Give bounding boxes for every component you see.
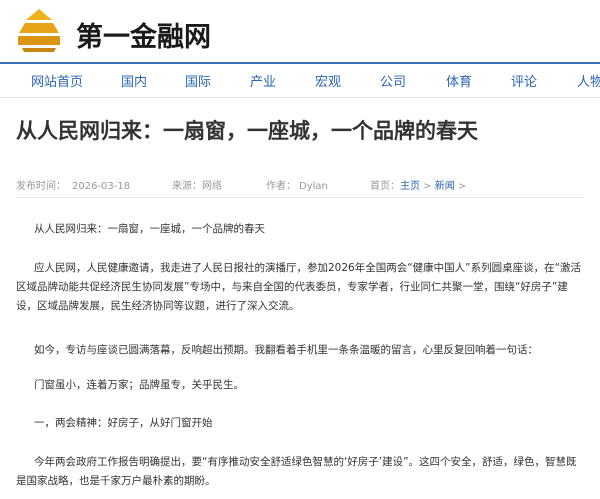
- nav-item-international[interactable]: 国际: [185, 71, 211, 90]
- breadcrumb-separator: >: [420, 181, 435, 192]
- nav-item-company[interactable]: 公司: [380, 71, 406, 90]
- article-paragraph: 应人民网，人民健康邀请，我走进了人民日报社的演播厅，参加2026年全国两会“健康…: [16, 262, 582, 312]
- breadcrumb-trail: >: [454, 181, 467, 192]
- publish-time: 2026-03-18: [72, 181, 131, 192]
- article-paragraph: 今年两会政府工作报告明确提出，要“有序推动安全舒适绿色智慧的‘好房子’建设”。这…: [16, 456, 577, 487]
- publish-info: 发布时间： 2026-03-18: [16, 177, 130, 192]
- breadcrumb-label: 首页：: [370, 181, 400, 192]
- nav-item-home[interactable]: 网站首页: [31, 71, 83, 90]
- nav-item-people[interactable]: 人物: [577, 71, 600, 90]
- nav-item-commentary[interactable]: 评论: [511, 71, 537, 90]
- nav-item-industry[interactable]: 产业: [250, 71, 276, 90]
- breadcrumb: 首页：主页 > 新闻 >: [370, 177, 466, 192]
- site-header: 第一金融网: [0, 0, 600, 62]
- source-value: 网络: [202, 181, 222, 192]
- article-paragraph: 如今，专访与座谈已圆满落幕，反响超出预期。我翻看着手机里一条条温暖的留言，心里反…: [34, 344, 538, 356]
- article-title: 从人民网归来：一扇窗，一座城，一个品牌的春天: [16, 119, 478, 143]
- article-paragraph: 门窗虽小，连着万家；品牌虽专，关乎民生。: [34, 379, 244, 391]
- publish-label: 发布时间：: [16, 181, 66, 192]
- site-logo-text: 第一金融网: [76, 22, 211, 53]
- main-nav: 网站首页 国内 国际 产业 宏观 公司 体育 评论 人物: [0, 62, 600, 98]
- nav-item-sports[interactable]: 体育: [446, 71, 472, 90]
- nav-item-domestic[interactable]: 国内: [121, 71, 147, 90]
- source-label: 来源：: [172, 181, 202, 192]
- stacked-bars-logo-icon: [18, 9, 60, 52]
- nav-item-macro[interactable]: 宏观: [315, 71, 341, 90]
- article-meta: 发布时间： 2026-03-18 来源：网络 作者： Dylan 首页：主页 > 新…: [0, 175, 600, 192]
- author-value: Dylan: [299, 181, 328, 192]
- article-section-heading: 一，两会精神：好房子，从好门窗开始: [34, 417, 213, 429]
- author-label: 作者：: [266, 181, 296, 192]
- author-info: 作者： Dylan: [266, 177, 328, 192]
- site-logo[interactable]: 第一金融网: [16, 5, 211, 57]
- article-paragraph: 从人民网归来：一扇窗，一座城，一个品牌的春天: [34, 223, 265, 235]
- breadcrumb-home-link[interactable]: 主页: [400, 181, 420, 192]
- breadcrumb-news-link[interactable]: 新闻: [435, 181, 455, 192]
- source-info: 来源：网络: [172, 177, 222, 192]
- meta-divider: [16, 197, 584, 198]
